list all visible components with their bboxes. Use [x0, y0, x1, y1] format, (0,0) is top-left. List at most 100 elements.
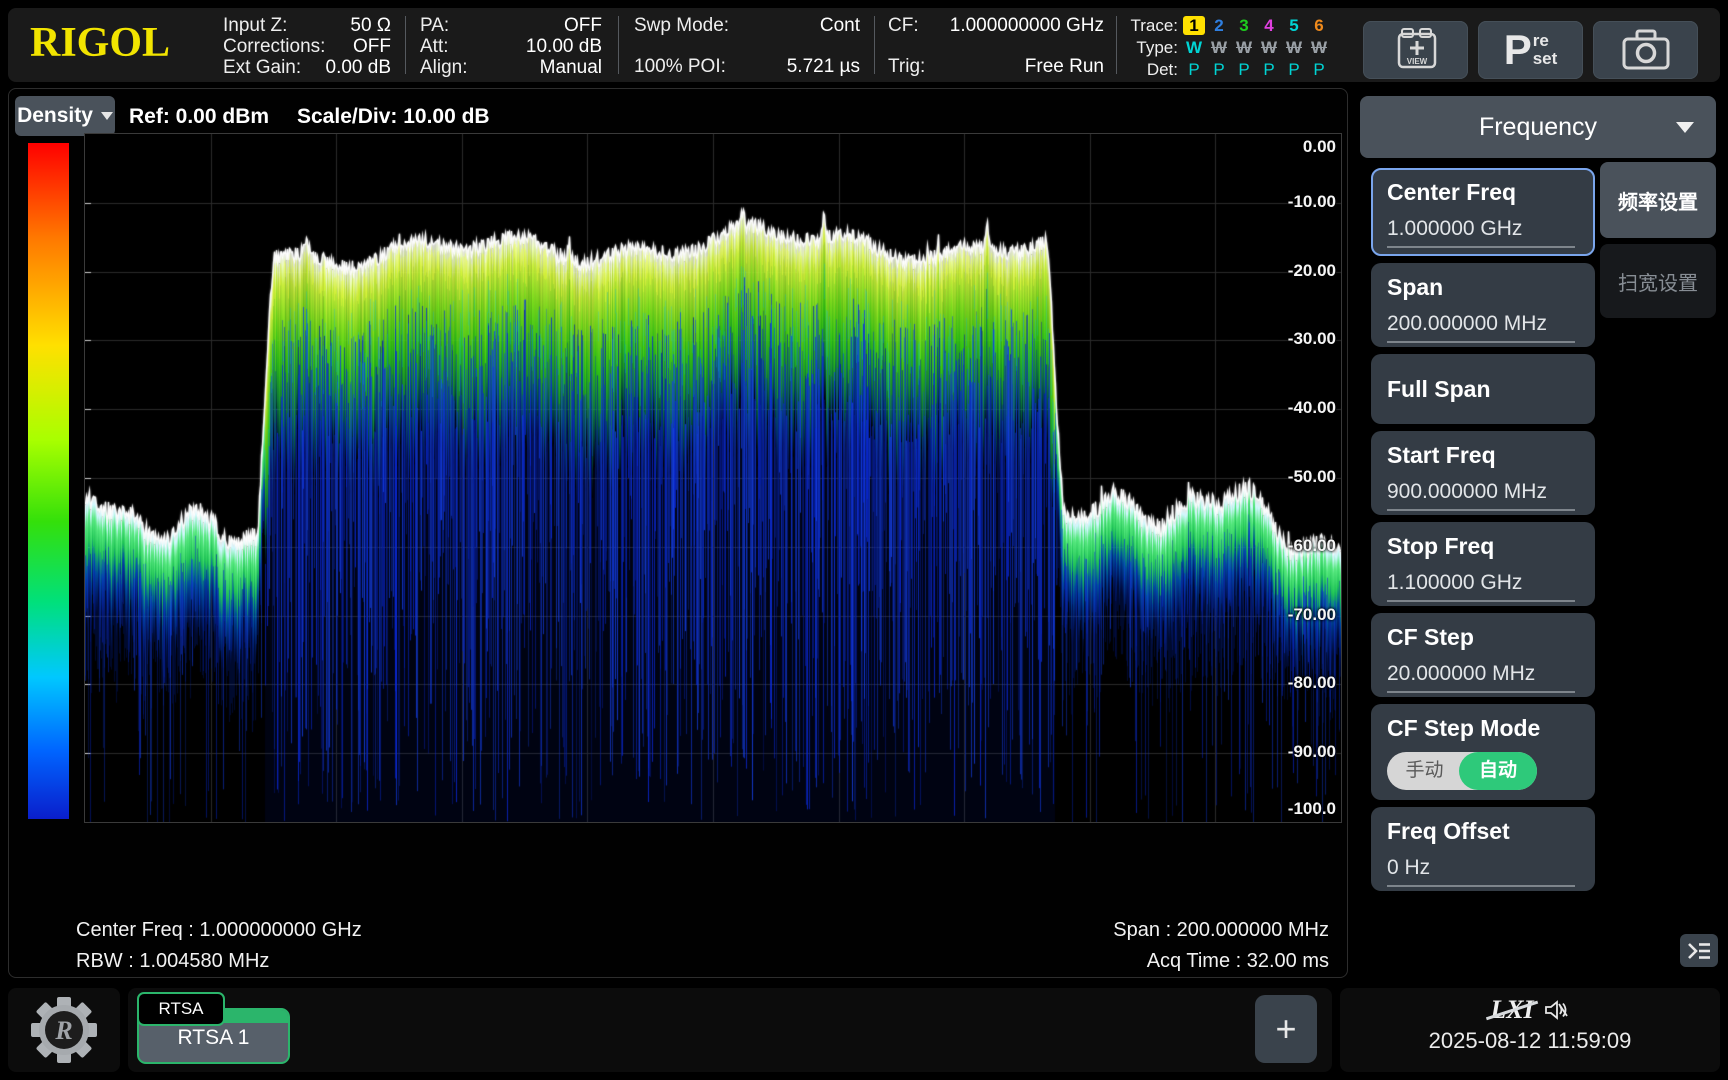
density-colorbar — [28, 143, 69, 819]
y-axis-label: -30.00 — [1256, 329, 1336, 349]
trace-type: W — [1308, 38, 1330, 57]
tab-frequency-settings[interactable]: 频率设置 — [1600, 162, 1716, 238]
trace-detectors: PPPPPP — [1180, 60, 1330, 80]
field-value: OFF — [564, 15, 602, 36]
toggle-option-auto[interactable]: 自动 — [1459, 752, 1537, 790]
sidebar-menu: Center Freq 1.000000 GHz Span 200.000000… — [1371, 168, 1595, 898]
speaker-muted-icon — [1544, 998, 1570, 1022]
camera-icon — [1618, 26, 1674, 74]
preset-re: re — [1533, 32, 1558, 50]
preset-button[interactable]: P re set — [1478, 21, 1583, 79]
ref-level-readout: Ref: 0.00 dBm — [129, 105, 269, 129]
y-axis-label: -10.00 — [1256, 192, 1336, 212]
display-mode-label: Density — [17, 104, 93, 128]
chevron-down-icon — [1676, 122, 1694, 133]
tab-label: 频率设置 — [1618, 186, 1698, 215]
rigol-logo: RIGOL — [30, 20, 170, 66]
det-row-label: Det: — [1126, 60, 1178, 80]
divider — [874, 16, 875, 74]
field-value: 0.00 dB — [326, 57, 392, 78]
app-tab-strip: RTSA 1 RTSA + — [128, 988, 1332, 1072]
menu-item-center-freq[interactable]: Center Freq 1.000000 GHz — [1371, 168, 1595, 256]
trace-number: 6 — [1308, 16, 1330, 35]
field-value: Free Run — [1025, 56, 1104, 77]
rtsa-chip-label: RTSA — [158, 999, 203, 1019]
menu-item-start-freq[interactable]: Start Freq 900.000000 MHz — [1371, 431, 1595, 515]
plus-icon: + — [1275, 1008, 1296, 1050]
cf-step-mode-toggle[interactable]: 手动 自动 — [1387, 752, 1537, 790]
menu-item-label: Full Span — [1387, 376, 1491, 403]
field-label: Corrections: — [223, 36, 325, 57]
menu-item-freq-offset[interactable]: Freq Offset 0 Hz — [1371, 807, 1595, 891]
trace-types: WWWWWW — [1180, 38, 1330, 58]
preset-icon: P re set — [1504, 30, 1558, 70]
trace-row-label: Trace: — [1126, 16, 1178, 36]
lxi-status-icon: LXI — [1490, 997, 1533, 1023]
menu-item-label: Span — [1387, 274, 1593, 301]
tab-span-settings[interactable]: 扫宽设置 — [1600, 244, 1716, 318]
y-axis-label: -70.00 — [1256, 605, 1336, 625]
menu-item-span[interactable]: Span 200.000000 MHz — [1371, 263, 1595, 347]
trace-numbers: 123456 — [1180, 16, 1330, 36]
menu-item-label: Freq Offset — [1387, 818, 1593, 845]
y-axis-label: -20.00 — [1256, 261, 1336, 281]
rigol-gear-icon: R — [31, 997, 97, 1063]
rtsa-screen: RIGOL Input Z: 50 Ω Corrections: OFF Ext G… — [0, 0, 1728, 1080]
divider — [405, 16, 406, 74]
menu-title-dropdown[interactable]: Frequency — [1360, 96, 1716, 158]
menu-item-value: 900.000000 MHz — [1387, 480, 1575, 511]
trace-type: W — [1183, 38, 1205, 57]
y-axis-label: 0.00 — [1256, 137, 1336, 157]
datetime-readout: 2025-08-12 11:59:09 — [1340, 1028, 1720, 1054]
menu-title: Frequency — [1479, 113, 1597, 142]
y-axis-label: -40.00 — [1256, 398, 1336, 418]
trace-type: W — [1233, 38, 1255, 57]
menu-item-full-span[interactable]: Full Span — [1371, 354, 1595, 424]
menu-more-button[interactable] — [1680, 934, 1718, 967]
center-freq-annotation: Center Freq : 1.000000000 GHz — [76, 919, 362, 942]
span-annotation: Span : 200.000000 MHz — [1113, 919, 1329, 942]
menu-item-stop-freq[interactable]: Stop Freq 1.100000 GHz — [1371, 522, 1595, 606]
type-row-label: Type: — [1126, 38, 1178, 58]
spectrum-graticule: 0.00-10.00-20.00-30.00-40.00-50.00-60.00… — [84, 133, 1342, 823]
attenuator-settings-group: PA:OFF Att:10.00 dB Align:Manual — [420, 15, 602, 77]
sweep-settings-group: Swp Mode: Cont 100% POI: 5.721 µs — [634, 15, 860, 77]
menu-next-icon — [1686, 941, 1712, 961]
field-label: PA: — [420, 15, 449, 36]
field-label: Align: — [420, 57, 468, 78]
field-label: 100% POI: — [634, 56, 726, 77]
view-icon: VIEW — [1387, 23, 1445, 77]
field-value: Cont — [820, 15, 860, 36]
trace-type: W — [1258, 38, 1280, 57]
menu-item-value: 0 Hz — [1387, 856, 1575, 887]
menu-item-label: Center Freq — [1387, 179, 1593, 206]
preset-set: set — [1533, 50, 1558, 68]
input-settings-group: Input Z: 50 Ω Corrections: OFF Ext Gain: 0.… — [223, 15, 391, 77]
trace-detector: P — [1183, 60, 1205, 79]
system-menu-button[interactable]: R — [8, 988, 120, 1072]
field-label: Att: — [420, 36, 449, 57]
rtsa-app-tab[interactable]: RTSA 1 RTSA — [137, 992, 290, 1064]
field-value: 5.721 µs — [787, 56, 860, 77]
menu-item-value: 20.000000 MHz — [1387, 662, 1575, 693]
screenshot-button[interactable] — [1593, 21, 1698, 79]
menu-item-value: 1.000000 GHz — [1387, 217, 1575, 248]
field-label: Ext Gain: — [223, 57, 301, 78]
field-value: OFF — [353, 36, 391, 57]
system-status-panel: LXI 2025-08-12 11:59:09 — [1340, 988, 1720, 1072]
trace-detector: P — [1258, 60, 1280, 79]
field-label: Input Z: — [223, 15, 287, 36]
display-mode-dropdown[interactable]: Density — [15, 96, 115, 136]
toggle-option-manual[interactable]: 手动 — [1387, 752, 1462, 790]
menu-item-cf-step[interactable]: CF Step 20.000000 MHz — [1371, 613, 1595, 697]
svg-text:R: R — [54, 1016, 72, 1045]
field-value: 50 Ω — [350, 15, 391, 36]
trace-type: W — [1208, 38, 1230, 57]
field-label: Swp Mode: — [634, 15, 729, 36]
menu-item-label: CF Step Mode — [1387, 715, 1593, 742]
trace-number: 3 — [1233, 16, 1255, 35]
multi-view-button[interactable]: VIEW — [1363, 21, 1468, 79]
add-app-button[interactable]: + — [1255, 995, 1317, 1063]
svg-text:VIEW: VIEW — [1406, 57, 1427, 66]
field-label: Trig: — [888, 56, 925, 77]
